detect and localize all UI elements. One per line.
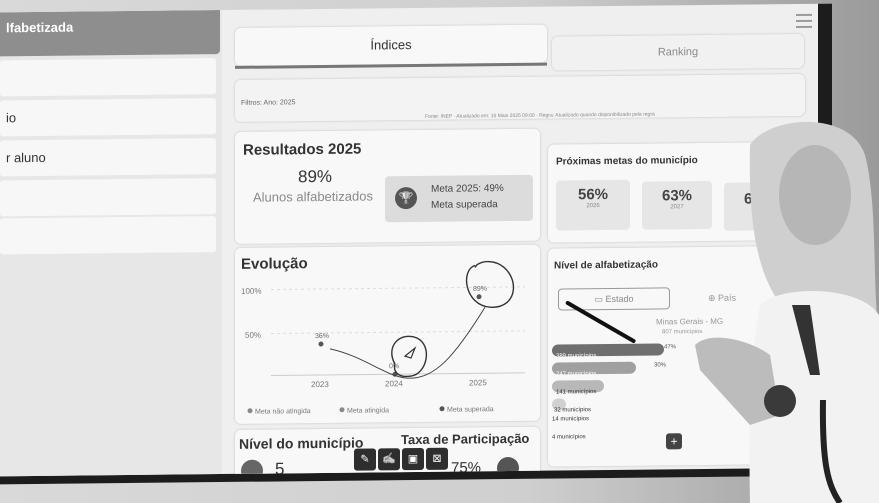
bar-1-label: 389 municípios [556, 353, 597, 360]
hand-drawn-circle-2025 [465, 260, 515, 308]
presenter-woman [695, 121, 879, 503]
sidebar-header: lfabetizada [0, 10, 220, 57]
trophy-icon: 🏆 [395, 186, 417, 210]
results-percent: 89% [297, 166, 333, 187]
tab-ranking[interactable]: Ranking [552, 33, 804, 71]
bar-row-2: 247 municípios [552, 361, 636, 378]
hand-drawn-mark [403, 346, 417, 359]
evolution-chart: 100% 50% 36%20230%202489%2025 Meta não a… [241, 260, 525, 416]
clear-tool-icon[interactable]: ⊠ [426, 447, 448, 470]
legend-dot-reached [339, 407, 345, 413]
x-tick-2023: 2023 [311, 380, 329, 389]
tab-ranking-label: Ranking [657, 46, 699, 59]
bar-5-label: 14 municípios [552, 416, 590, 423]
layers-icon [241, 459, 263, 482]
participation-title: Taxa de Participação [401, 430, 530, 448]
legend-dot-exceeded [439, 406, 445, 412]
filter-text: Filtros: Ano: 2025 [241, 99, 296, 107]
page-dot[interactable] [474, 477, 482, 485]
x-tick-2025: 2025 [469, 378, 487, 387]
goal-2026: 56% 2026 [556, 179, 630, 231]
bar-6-label: 4 municípios [552, 434, 586, 441]
sidebar-item-4[interactable] [0, 178, 216, 217]
y-tick-100: 100% [241, 287, 261, 296]
goal-2026-value: 56% [577, 185, 609, 204]
sidebar-item-5[interactable] [0, 216, 216, 255]
y-tick-50: 50% [245, 331, 261, 340]
goal-line2: Meta superada [431, 199, 498, 211]
results-title: Resultados 2025 [243, 140, 362, 159]
hand-drawn-circle-2024 [391, 335, 428, 378]
eraser-tool-icon[interactable]: ▣ [402, 447, 424, 471]
legend-exceeded: Meta superada [447, 406, 494, 413]
map-icon: ▭ [594, 294, 606, 305]
legend-reached: Meta atingida [347, 407, 389, 414]
state-button-label: Estado [605, 293, 634, 305]
sidebar-item-2[interactable]: io [0, 98, 216, 137]
grid-line-mid [271, 330, 525, 335]
tab-indices[interactable]: Índices [235, 24, 547, 66]
municipality-title: Nível do município [239, 434, 364, 452]
x-tick-2024: 2024 [385, 379, 403, 388]
municipality-value: 5 [275, 459, 285, 479]
annotation-toolbar: ✎ ✍ ▣ ⊠ [354, 447, 464, 472]
legend-dot-not-reached [247, 408, 253, 414]
legend-not-reached: Meta não atingida [255, 408, 311, 416]
hand-drawn-trend-line [329, 307, 486, 379]
classroom-photo: lfabetizada io r aluno Índices Ranking F… [0, 0, 879, 503]
group-icon [497, 456, 519, 480]
highlighter-tool-icon[interactable]: ✍ [378, 448, 400, 471]
sidebar-item-1[interactable] [0, 58, 216, 97]
source-text: Fonte: INEP · Atualizado em: 10 Mais 202… [425, 111, 655, 120]
badge [764, 385, 796, 417]
results-label: Alunos alfabetizados [253, 188, 373, 205]
page-dot-active[interactable] [458, 477, 466, 485]
goal-box: 🏆 Meta 2025: 49% Meta superada [385, 174, 533, 223]
bar-4-label: 32 municípios [554, 407, 592, 414]
results-card: Resultados 2025 89% Alunos alfabetizados… [235, 128, 540, 244]
data-point-2025[interactable] [476, 294, 482, 300]
evolution-card: Evolução 100% 50% 36% 2023 0% 2024 89% 2025 M… [235, 244, 540, 424]
bar-row-3: 141 municípios [552, 380, 604, 396]
data-label-2023: 36% [315, 333, 329, 340]
goal-line1: Meta 2025: 49% [431, 183, 504, 195]
sidebar: lfabetizada io r aluno [0, 10, 222, 483]
bar-2-label: 247 municípios [556, 371, 597, 378]
page-dots [452, 477, 512, 485]
tab-indices-label: Índices [370, 37, 412, 53]
data-point-2023[interactable] [318, 341, 324, 347]
data-label-2025: 89% [473, 286, 487, 293]
bar-row-4: 32 municípios [552, 398, 591, 414]
pen-tool-icon[interactable]: ✎ [354, 448, 376, 471]
page-dot[interactable] [490, 477, 498, 485]
sidebar-item-3[interactable]: r aluno [0, 138, 216, 177]
face [779, 145, 851, 245]
goal-2026-year: 2026 [586, 203, 600, 210]
bar-3-label: 141 municípios [556, 389, 597, 396]
